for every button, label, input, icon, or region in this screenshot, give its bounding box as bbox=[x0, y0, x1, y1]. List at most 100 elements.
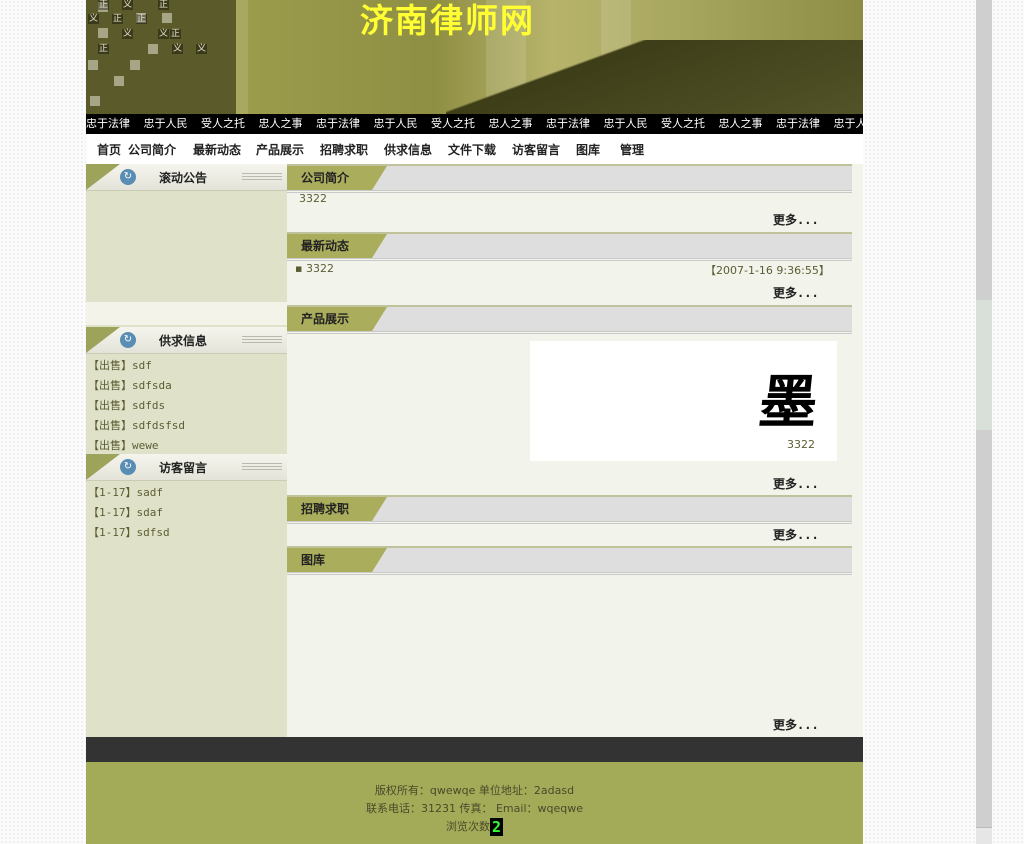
news-title: 3322 bbox=[305, 262, 334, 275]
nav-company-intro[interactable]: 公司简介 bbox=[128, 141, 176, 158]
banner-square bbox=[148, 44, 158, 54]
supply-item[interactable]: 【出售】wewe bbox=[88, 437, 159, 453]
nav-guestbook[interactable]: 访客留言 bbox=[512, 141, 560, 158]
banner-chip: 义 bbox=[122, 29, 134, 39]
supply-item[interactable]: 【出售】sdfds bbox=[88, 397, 165, 413]
banner-chip: 义 bbox=[158, 29, 170, 39]
header-corner bbox=[86, 164, 120, 190]
banner-chip: 正 bbox=[98, 0, 110, 10]
more-link[interactable]: 更多... bbox=[773, 526, 819, 543]
nav-downloads[interactable]: 文件下载 bbox=[448, 141, 496, 158]
section-header-products: 产品展示 bbox=[287, 305, 852, 334]
section-header-gallery: 图库 bbox=[287, 546, 852, 575]
item-tag: 【出售】 bbox=[88, 359, 132, 372]
page-container: 正 义 正 义 正 正 义 义 正 正 义 义 济南律师网 忠于法律 忠于人民 … bbox=[86, 0, 863, 844]
header-corner bbox=[86, 327, 120, 353]
slogan-item: 忠于法律 bbox=[776, 117, 820, 130]
banner-chip: 义 bbox=[196, 44, 208, 54]
item-tag: 【1-17】 bbox=[88, 486, 137, 499]
banner-chip: 正 bbox=[136, 14, 148, 24]
slogan-item: 忠于人民 bbox=[143, 117, 188, 130]
header-lines bbox=[242, 463, 282, 471]
footer-bar bbox=[86, 737, 863, 762]
more-link[interactable]: 更多... bbox=[773, 475, 819, 492]
supply-item[interactable]: 【出售】sdfdsfsd bbox=[88, 417, 185, 433]
nav-jobs[interactable]: 招聘求职 bbox=[320, 141, 368, 158]
banner-chip: 正 bbox=[158, 0, 170, 10]
section-header-intro: 公司简介 bbox=[287, 164, 852, 193]
main-content: 公司简介 3322 更多... 最新动态 ▪ 3322 【2007-1-16 9… bbox=[287, 164, 863, 737]
nav-products[interactable]: 产品展示 bbox=[256, 141, 304, 158]
header-underline bbox=[287, 331, 852, 334]
banner-square bbox=[90, 96, 100, 106]
header-underline bbox=[287, 190, 852, 193]
nav-supply-demand[interactable]: 供求信息 bbox=[384, 141, 432, 158]
site-title: 济南律师网 bbox=[360, 1, 535, 40]
banner-square bbox=[114, 76, 124, 86]
item-text: sdfds bbox=[132, 399, 166, 412]
nav-gallery[interactable]: 图库 bbox=[576, 141, 600, 158]
sidebar-header-notice: ↻ 滚动公告 bbox=[86, 164, 287, 191]
slogan-item: 忠于人民 bbox=[373, 117, 418, 130]
section-header-news: 最新动态 bbox=[287, 232, 852, 261]
item-tag: 【出售】 bbox=[88, 379, 132, 392]
supply-item[interactable]: 【出售】sdf bbox=[88, 357, 152, 373]
item-text: sdf bbox=[132, 359, 152, 372]
item-text: sadf bbox=[136, 486, 164, 499]
item-text: sdfdsfsd bbox=[132, 419, 185, 432]
section-title: 最新动态 bbox=[301, 239, 350, 253]
refresh-icon: ↻ bbox=[120, 332, 136, 348]
product-image: 墨 bbox=[755, 368, 822, 436]
main-nav: 首页 公司简介 最新动态 产品展示 招聘求职 供求信息 文件下载 访客留言 图库… bbox=[86, 134, 863, 164]
sidebar-gap bbox=[86, 302, 287, 325]
footer-contact: 联系电话：31231 传真： Email：wqeqwe bbox=[366, 802, 583, 815]
nav-latest-news[interactable]: 最新动态 bbox=[193, 141, 241, 158]
guestbook-item[interactable]: 【1-17】sadf bbox=[88, 484, 163, 500]
banner-curve bbox=[446, 40, 863, 114]
section-title: 招聘求职 bbox=[301, 502, 350, 516]
banner-square bbox=[98, 28, 108, 38]
guestbook-item[interactable]: 【1-17】sdfsd bbox=[88, 524, 170, 540]
supply-item[interactable]: 【出售】sdfsda bbox=[88, 377, 172, 393]
section-title: 公司简介 bbox=[301, 171, 350, 185]
sidebar-header-supply: ↻ 供求信息 bbox=[86, 327, 287, 354]
banner-square bbox=[162, 13, 172, 23]
section-header-jobs: 招聘求职 bbox=[287, 495, 852, 524]
banner-chip: 义 bbox=[172, 44, 184, 54]
item-tag: 【出售】 bbox=[88, 439, 132, 452]
section-title: 图库 bbox=[301, 553, 326, 567]
item-text: wewe bbox=[132, 439, 159, 452]
item-text: sdfsda bbox=[132, 379, 172, 392]
news-date: 【2007-1-16 9:36:55】 bbox=[705, 264, 830, 277]
site-banner: 正 义 正 义 正 正 义 义 正 正 义 义 济南律师网 bbox=[86, 0, 863, 114]
scrollbar-corner bbox=[976, 827, 992, 844]
slogan-item: 忠人之事 bbox=[718, 117, 763, 130]
more-link[interactable]: 更多... bbox=[773, 211, 819, 228]
section-title: 产品展示 bbox=[301, 312, 350, 326]
slogan-item: 受人之托 bbox=[431, 117, 475, 130]
banner-dark-panel bbox=[86, 0, 236, 114]
header-corner bbox=[86, 454, 120, 480]
product-card[interactable]: 墨 3322 bbox=[530, 341, 837, 461]
guestbook-item[interactable]: 【1-17】sdaf bbox=[88, 504, 163, 520]
banner-chip: 正 bbox=[112, 14, 124, 24]
slogan-item: 忠于人民 bbox=[833, 117, 864, 130]
more-link[interactable]: 更多... bbox=[773, 716, 819, 733]
slogan-item: 忠于人民 bbox=[603, 117, 648, 130]
nav-admin[interactable]: 管理 bbox=[620, 141, 644, 158]
scrollbar-thumb[interactable] bbox=[976, 300, 992, 430]
banner-chip: 正 bbox=[170, 29, 182, 39]
banner-square bbox=[88, 60, 98, 70]
banner-chip: 义 bbox=[88, 14, 100, 24]
refresh-icon: ↻ bbox=[120, 169, 136, 185]
visits-label: 浏览次数 bbox=[445, 820, 490, 833]
news-item[interactable]: ▪ 3322 bbox=[295, 262, 334, 275]
slogan-item: 受人之托 bbox=[201, 117, 245, 130]
intro-text: 3322 bbox=[299, 192, 327, 205]
vertical-scrollbar[interactable] bbox=[976, 0, 992, 844]
slogan-item: 忠人之事 bbox=[258, 117, 303, 130]
more-link[interactable]: 更多... bbox=[773, 284, 819, 301]
footer-copyright: 版权所有：qwewqe 单位地址：2adasd bbox=[374, 784, 575, 797]
nav-home[interactable]: 首页 bbox=[97, 141, 121, 158]
sidebar-header-guestbook: ↻ 访客留言 bbox=[86, 454, 287, 481]
